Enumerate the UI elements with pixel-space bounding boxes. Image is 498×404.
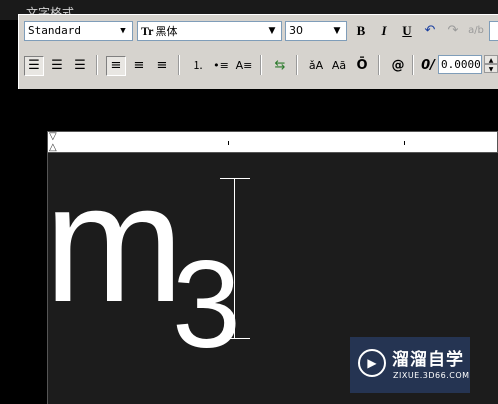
align-middle-button[interactable]: ≡ bbox=[129, 56, 149, 76]
chevron-down-icon: ▼ bbox=[120, 26, 126, 36]
overline-button[interactable]: Ō bbox=[352, 56, 372, 76]
align-bottom-button[interactable]: ≡ bbox=[152, 56, 172, 76]
align-left-button[interactable]: ☰ bbox=[24, 56, 44, 76]
letters-button[interactable]: A≡ bbox=[234, 56, 254, 76]
align-left-icon: ☰ bbox=[28, 58, 40, 73]
spin-down-icon[interactable]: ▼ bbox=[484, 64, 498, 73]
text-height-dropdown[interactable]: 30 ▼ bbox=[285, 21, 347, 41]
text-cursor-cap-bottom bbox=[220, 338, 250, 339]
editor-text-main: m bbox=[44, 149, 184, 337]
divider bbox=[178, 55, 180, 75]
watermark-name: 溜溜自学 bbox=[392, 350, 464, 370]
numbering-button[interactable]: ⒈ bbox=[188, 56, 208, 76]
symbol-button[interactable]: @ bbox=[388, 56, 408, 76]
redo-button[interactable]: ↷ bbox=[443, 21, 463, 41]
align-right-button[interactable]: ☰ bbox=[70, 56, 90, 76]
text-cursor-cap-top bbox=[220, 178, 250, 179]
divider bbox=[378, 55, 380, 75]
ruler-tick bbox=[404, 141, 405, 145]
text-formatting-toolbar: Standard ▼ Tr 黑体 ▼ 30 ▼ B I U ↶ ↷ a/b ☰ ☰… bbox=[18, 14, 498, 89]
align-top-icon: ≡ bbox=[110, 58, 122, 73]
numbered-list-icon: ⒈ bbox=[192, 59, 204, 72]
lowercase-button[interactable]: Aã bbox=[329, 56, 349, 76]
text-style-value: Standard bbox=[28, 24, 81, 37]
align-right-icon: ☰ bbox=[74, 58, 86, 73]
lettered-list-icon: A≡ bbox=[235, 59, 253, 72]
oblique-angle-spinner[interactable]: ▲ ▼ bbox=[484, 55, 498, 74]
spin-up-icon[interactable]: ▲ bbox=[484, 55, 498, 64]
divider bbox=[96, 55, 98, 75]
undo-button[interactable]: ↶ bbox=[420, 21, 440, 41]
divider bbox=[296, 55, 298, 75]
color-dropdown[interactable] bbox=[489, 21, 498, 41]
toolbar-row-paragraph: ☰ ☰ ☰ ≡ ≡ ≡ ⒈ •≡ A≡ ⇆ ǎA Aã Ō @ 0/ 0.000… bbox=[19, 53, 498, 81]
align-top-button[interactable]: ≡ bbox=[106, 56, 126, 76]
bold-button[interactable]: B bbox=[351, 21, 371, 41]
text-height-value: 30 bbox=[289, 24, 303, 37]
align-center-button[interactable]: ☰ bbox=[47, 56, 67, 76]
redo-icon: ↷ bbox=[447, 23, 459, 38]
bulleted-list-icon: •≡ bbox=[213, 59, 229, 72]
ruler-tick bbox=[228, 141, 229, 145]
divider bbox=[260, 55, 262, 75]
editor-text-subscript: 3 bbox=[172, 236, 241, 374]
align-center-icon: ☰ bbox=[51, 58, 63, 73]
truetype-icon: Tr bbox=[141, 24, 154, 38]
watermark: ▶ 溜溜自学 ZIXUE.3D66.COM bbox=[350, 337, 470, 393]
first-line-indent-icon[interactable]: ▽ bbox=[49, 132, 57, 142]
insert-field-icon: ⇆ bbox=[274, 58, 286, 73]
italic-button[interactable]: I bbox=[374, 21, 394, 41]
insert-field-button[interactable]: ⇆ bbox=[270, 56, 290, 76]
align-bottom-icon: ≡ bbox=[156, 58, 168, 73]
chevron-down-icon: ▼ bbox=[268, 26, 276, 36]
toolbar-row-font: Standard ▼ Tr 黑体 ▼ 30 ▼ B I U ↶ ↷ a/b bbox=[19, 21, 498, 43]
oblique-angle-input[interactable]: 0.0000 bbox=[438, 55, 482, 74]
align-middle-icon: ≡ bbox=[133, 58, 145, 73]
watermark-url: ZIXUE.3D66.COM bbox=[393, 371, 470, 380]
text-cursor bbox=[234, 179, 235, 339]
stack-button[interactable]: a/b bbox=[466, 21, 486, 41]
underline-button[interactable]: U bbox=[397, 21, 417, 41]
play-logo-icon: ▶ bbox=[358, 349, 386, 377]
font-value: 黑体 bbox=[155, 25, 178, 38]
uppercase-button[interactable]: ǎA bbox=[306, 56, 326, 76]
text-style-dropdown[interactable]: Standard ▼ bbox=[24, 21, 133, 41]
chevron-down-icon: ▼ bbox=[333, 26, 341, 36]
divider bbox=[412, 55, 414, 75]
font-dropdown[interactable]: Tr 黑体 ▼ bbox=[137, 21, 282, 41]
undo-icon: ↶ bbox=[424, 23, 436, 38]
oblique-angle-icon: 0/ bbox=[421, 58, 435, 73]
bullets-button[interactable]: •≡ bbox=[211, 56, 231, 76]
